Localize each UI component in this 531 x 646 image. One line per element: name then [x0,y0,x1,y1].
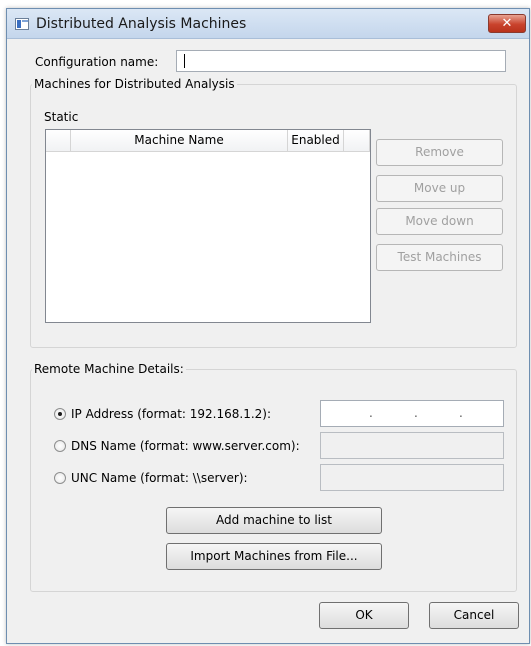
ip-address-input[interactable]: . . . [320,400,504,427]
ip-separator: . [414,406,418,420]
import-machines-button[interactable]: Import Machines from File... [166,543,382,570]
test-machines-button[interactable]: Test Machines [376,244,503,271]
static-label: Static [44,110,79,124]
remove-button[interactable]: Remove [376,139,503,166]
ip-address-radio[interactable] [54,408,66,420]
add-machine-button[interactable]: Add machine to list [166,507,382,534]
window-title: Distributed Analysis Machines [36,16,247,32]
dns-name-input[interactable] [320,432,504,459]
ip-address-label: IP Address (format: 192.168.1.2): [71,407,272,421]
dns-name-radio[interactable] [54,440,66,452]
dns-name-label: DNS Name (format: www.server.com): [71,439,300,453]
move-up-button[interactable]: Move up [376,175,503,202]
config-name-input[interactable] [176,50,506,72]
machines-list[interactable]: Machine Name Enabled [45,129,371,323]
column-header-enabled[interactable]: Enabled [288,130,344,152]
config-name-label: Configuration name: [35,55,159,69]
list-header: Machine Name Enabled [46,130,370,152]
remote-details-legend: Remote Machine Details: [34,362,184,376]
ok-button[interactable]: OK [319,602,409,629]
cancel-button[interactable]: Cancel [429,602,519,629]
radio-selected-dot [58,412,62,416]
text-caret [184,54,185,68]
move-down-button[interactable]: Move down [376,208,503,235]
close-button[interactable]: ✕ [488,14,526,33]
title-bar[interactable]: Distributed Analysis Machines ✕ [7,9,529,39]
ip-separator: . [459,406,463,420]
unc-name-radio[interactable] [54,472,66,484]
column-header-machine-name[interactable]: Machine Name [71,130,288,152]
dialog-window: Distributed Analysis Machines ✕ Configur… [6,8,530,644]
ip-separator: . [369,406,373,420]
column-header-extra[interactable] [344,130,370,152]
unc-name-input[interactable] [320,464,504,491]
column-header-select[interactable] [46,130,71,152]
app-icon [15,18,29,30]
machines-group-legend: Machines for Distributed Analysis [34,77,235,91]
unc-name-label: UNC Name (format: \\server): [71,471,248,485]
